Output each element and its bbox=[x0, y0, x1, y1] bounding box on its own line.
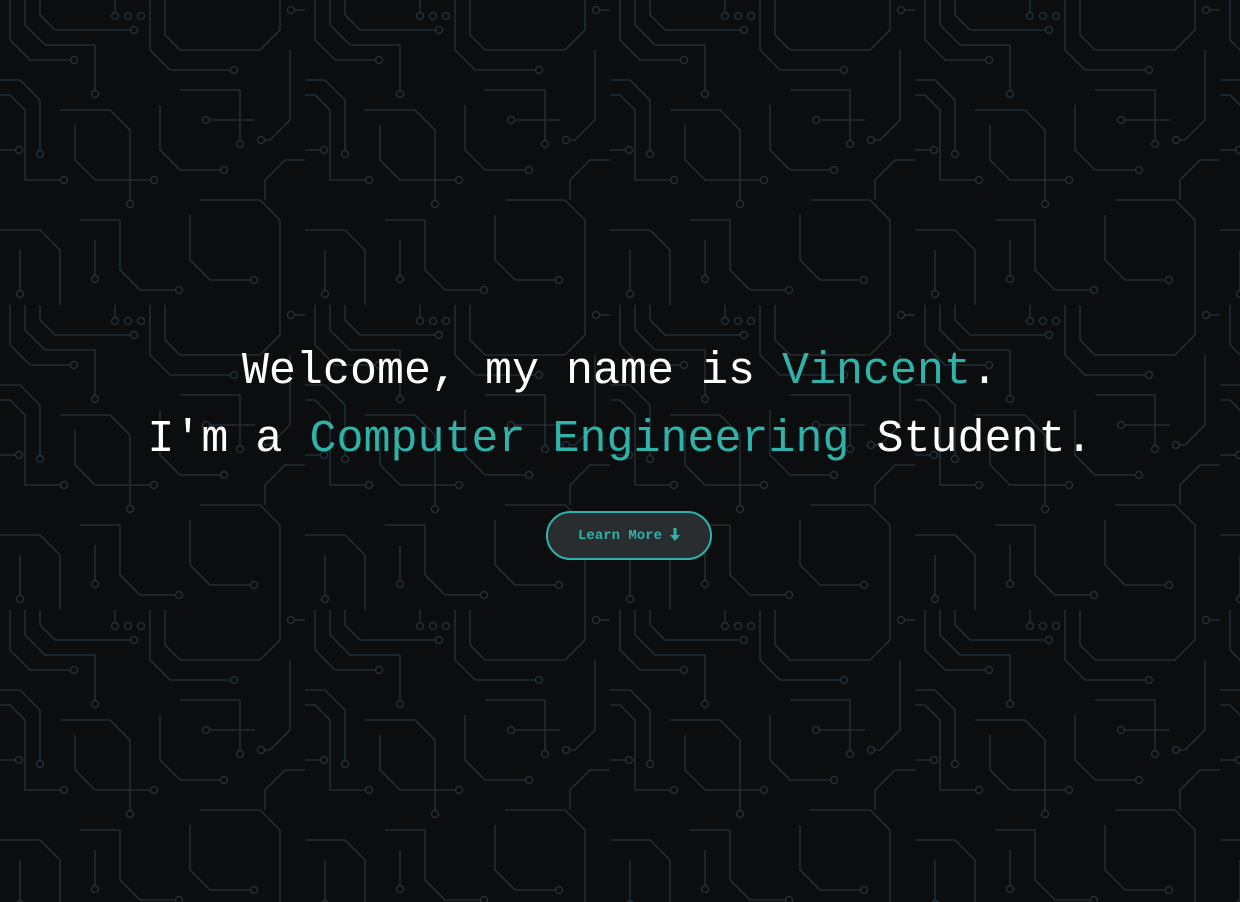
learn-more-label: Learn More bbox=[577, 527, 662, 544]
welcome-prefix: Welcome, my name is bbox=[241, 346, 783, 397]
learn-more-button[interactable]: Learn More bbox=[546, 511, 712, 560]
role-highlight: Computer Engineering bbox=[309, 414, 850, 465]
role-line: I'm a Computer Engineering Student. bbox=[0, 417, 1240, 462]
welcome-suffix: . bbox=[971, 346, 999, 397]
hero-section: Welcome, my name is Vincent. I'm a Compu… bbox=[0, 0, 1240, 902]
role-suffix: Student. bbox=[849, 414, 1093, 465]
role-prefix: I'm a bbox=[147, 414, 310, 465]
arrow-down-icon bbox=[670, 527, 680, 542]
welcome-line: Welcome, my name is Vincent. bbox=[0, 349, 1240, 394]
name-highlight: Vincent bbox=[782, 346, 972, 397]
